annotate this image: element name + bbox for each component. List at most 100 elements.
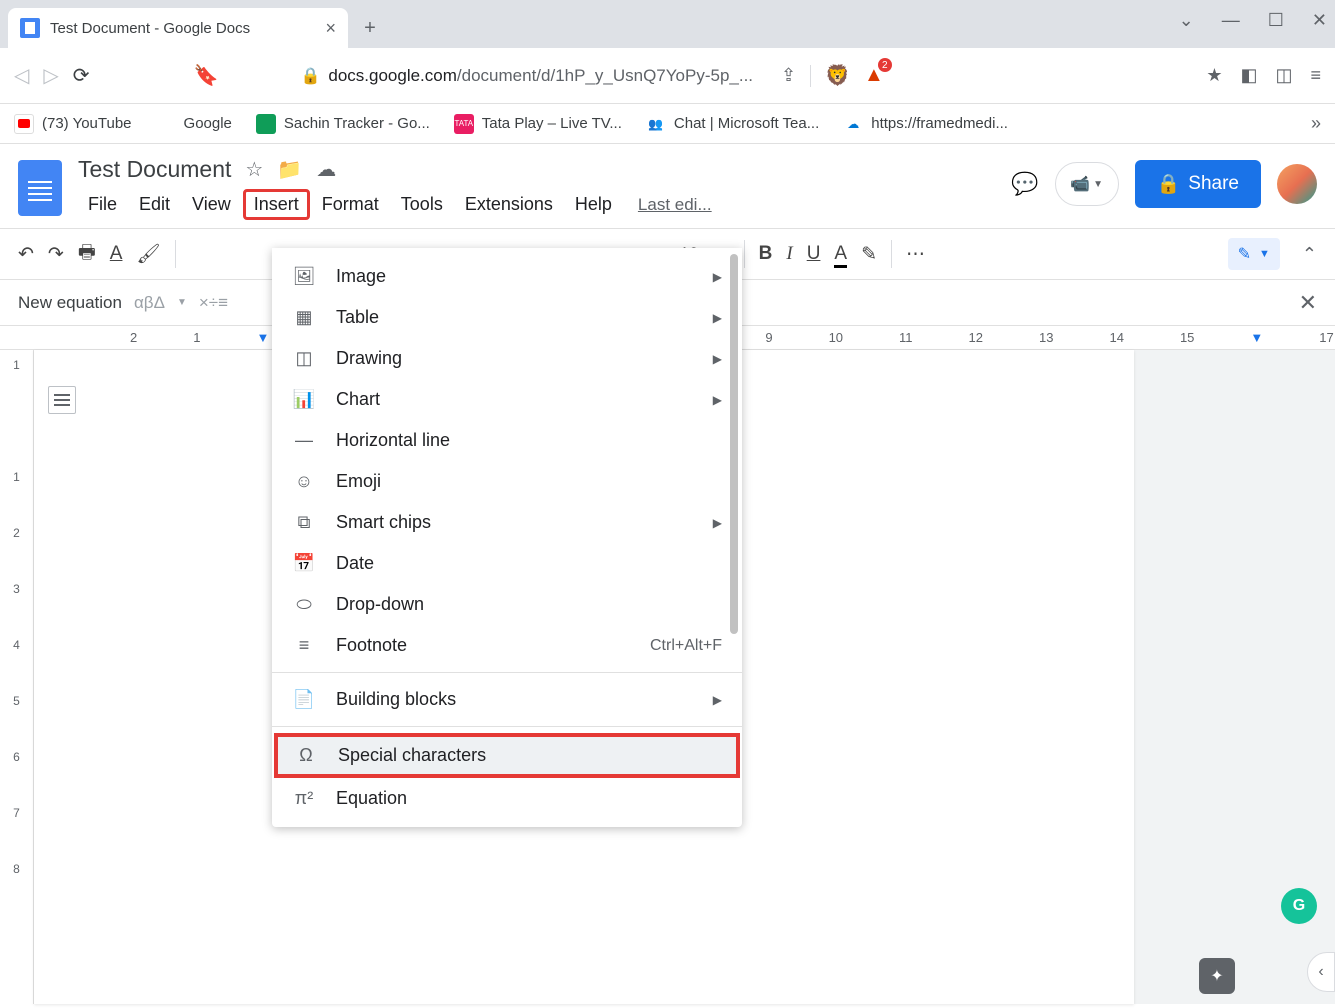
bookmark-tracker[interactable]: Sachin Tracker - Go... (256, 114, 430, 134)
teams-icon: 👥 (646, 114, 666, 134)
document-title[interactable]: Test Document (78, 156, 231, 183)
menu-item-label: Chart (336, 389, 380, 410)
spellcheck-button[interactable]: A (110, 243, 123, 265)
chart-icon: 📊 (292, 389, 316, 410)
docs-logo[interactable] (18, 160, 62, 216)
insert-menu-equation[interactable]: π² Equation (272, 778, 742, 819)
close-window-button[interactable]: ✕ (1312, 10, 1327, 31)
bookmark-framedmedi[interactable]: ☁https://framedmedi... (843, 114, 1008, 134)
underline-button[interactable]: U (807, 243, 821, 265)
bookmark-teams[interactable]: 👥Chat | Microsoft Tea... (646, 114, 819, 134)
wallet-icon[interactable]: ◫ (1275, 65, 1292, 86)
menu-format[interactable]: Format (312, 190, 389, 219)
account-avatar[interactable] (1277, 164, 1317, 204)
new-tab-button[interactable]: + (356, 14, 384, 42)
operators-button[interactable]: ×÷≡ (199, 293, 228, 313)
menu-extensions[interactable]: Extensions (455, 190, 563, 219)
address-bar[interactable]: 🔒 docs.google.com/document/d/1hP_y_UsnQ7… (292, 58, 761, 94)
paint-format-button[interactable]: 🖌 (136, 242, 160, 266)
brave-shield-icon[interactable]: 🦁 (825, 63, 850, 88)
insert-menu-horizontal-line[interactable]: —Horizontal line (272, 420, 742, 461)
redo-button[interactable]: ↷ (48, 243, 64, 266)
insert-menu-drawing[interactable]: ◫Drawing▶ (272, 338, 742, 379)
share-url-icon[interactable]: ⇪ (781, 65, 796, 86)
menu-edit[interactable]: Edit (129, 190, 180, 219)
menu-file[interactable]: File (78, 190, 127, 219)
maximize-button[interactable]: ☐ (1268, 10, 1284, 31)
insert-menu-emoji[interactable]: ☺Emoji (272, 461, 742, 502)
bookmark-youtube[interactable]: (73) YouTube (14, 114, 132, 134)
menu-item-label: Building blocks (336, 689, 456, 710)
cloud-status-icon[interactable]: ☁ (316, 157, 336, 182)
insert-menu-drop-down[interactable]: ⬭Drop-down (272, 584, 742, 625)
menu-view[interactable]: View (182, 190, 241, 219)
table-icon: ▦ (292, 307, 316, 328)
greek-letters-button[interactable]: αβΔ (134, 293, 165, 313)
separator (744, 240, 745, 268)
brave-rewards-icon[interactable]: ▲ 2 (864, 64, 884, 87)
chips-icon: ⧉ (292, 512, 316, 533)
close-tab-button[interactable]: × (325, 18, 336, 39)
insert-menu-building-blocks[interactable]: 📄Building blocks▶ (272, 679, 742, 720)
insert-menu-chart[interactable]: 📊Chart▶ (272, 379, 742, 420)
insert-menu-date[interactable]: 📅Date (272, 543, 742, 584)
pi-icon: π² (292, 788, 316, 809)
more-toolbar-button[interactable]: ⋯ (906, 243, 925, 266)
bold-button[interactable]: B (759, 243, 773, 265)
menu-insert[interactable]: Insert (243, 189, 310, 220)
reload-button[interactable]: ⟳ (73, 63, 90, 88)
bookmark-google[interactable]: GGoogle (156, 114, 232, 134)
italic-button[interactable]: I (786, 243, 792, 265)
bookmark-page-icon[interactable]: 🔖 (194, 63, 219, 88)
share-button[interactable]: 🔒 Share (1135, 160, 1261, 208)
omega-icon: Ω (294, 745, 318, 766)
menu-item-label: Horizontal line (336, 430, 450, 451)
browser-tab[interactable]: Test Document - Google Docs × (8, 8, 348, 48)
bookmark-tata[interactable]: TATATata Play – Live TV... (454, 114, 622, 134)
undo-button[interactable]: ↶ (18, 243, 34, 266)
minimize-button[interactable]: — (1222, 10, 1240, 31)
text-color-button[interactable]: A (834, 243, 847, 265)
comment-history-button[interactable]: 💬 (1011, 171, 1038, 197)
menu-item-label: Footnote (336, 635, 407, 656)
insert-menu-footnote[interactable]: ≡FootnoteCtrl+Alt+F (272, 625, 742, 666)
bookmarks-overflow-button[interactable]: » (1311, 113, 1321, 134)
chevron-down-icon: ▼ (1093, 179, 1103, 190)
insert-menu-table[interactable]: ▦Table▶ (272, 297, 742, 338)
extensions-icon[interactable]: ★ (1206, 65, 1222, 86)
meet-icon: 📹 (1070, 174, 1090, 194)
insert-menu-special-characters[interactable]: ΩSpecial characters (274, 733, 740, 778)
separator (175, 240, 176, 268)
sidebar-icon[interactable]: ◧ (1240, 65, 1257, 86)
menu-item-label: Equation (336, 788, 407, 809)
menu-help[interactable]: Help (565, 190, 622, 219)
chevron-down-icon[interactable]: ⌄ (1179, 10, 1194, 31)
submenu-arrow-icon: ▶ (713, 352, 722, 366)
star-icon[interactable]: ☆ (245, 157, 263, 182)
side-panel-toggle[interactable]: ‹ (1307, 952, 1335, 992)
indent-marker[interactable]: ▼ (256, 330, 269, 345)
close-equation-bar-button[interactable]: ✕ (1299, 290, 1317, 316)
meet-button[interactable]: 📹 ▼ (1055, 162, 1119, 206)
last-edit-link[interactable]: Last edi... (638, 195, 712, 215)
explore-button[interactable]: ✦ (1199, 958, 1235, 994)
editing-mode-button[interactable]: ✎ ▼ (1228, 238, 1280, 270)
move-icon[interactable]: 📁 (277, 157, 302, 182)
print-button[interactable]: 🖶 (78, 238, 96, 270)
browser-toolbar: ◁ ▷ ⟳ 🔖 🔒 docs.google.com/document/d/1hP… (0, 48, 1335, 104)
browser-menu-icon[interactable]: ≡ (1310, 65, 1321, 86)
grammarly-button[interactable]: G (1281, 888, 1317, 924)
forward-button[interactable]: ▷ (43, 63, 58, 88)
menu-item-label: Date (336, 553, 374, 574)
right-indent-marker[interactable]: ▼ (1250, 330, 1263, 345)
back-button[interactable]: ◁ (14, 63, 29, 88)
menu-tools[interactable]: Tools (391, 190, 453, 219)
document-outline-button[interactable] (48, 386, 76, 414)
share-label: Share (1188, 173, 1239, 195)
hide-menus-button[interactable]: ⌃ (1302, 244, 1317, 265)
vertical-ruler[interactable]: 1 1 2 3 4 5 6 7 8 (0, 350, 34, 1004)
new-equation-button[interactable]: New equation (18, 293, 122, 313)
highlight-button[interactable]: ✎ (861, 243, 877, 266)
insert-menu-smart-chips[interactable]: ⧉Smart chips▶ (272, 502, 742, 543)
insert-menu-image[interactable]: 🖼Image▶ (272, 256, 742, 297)
